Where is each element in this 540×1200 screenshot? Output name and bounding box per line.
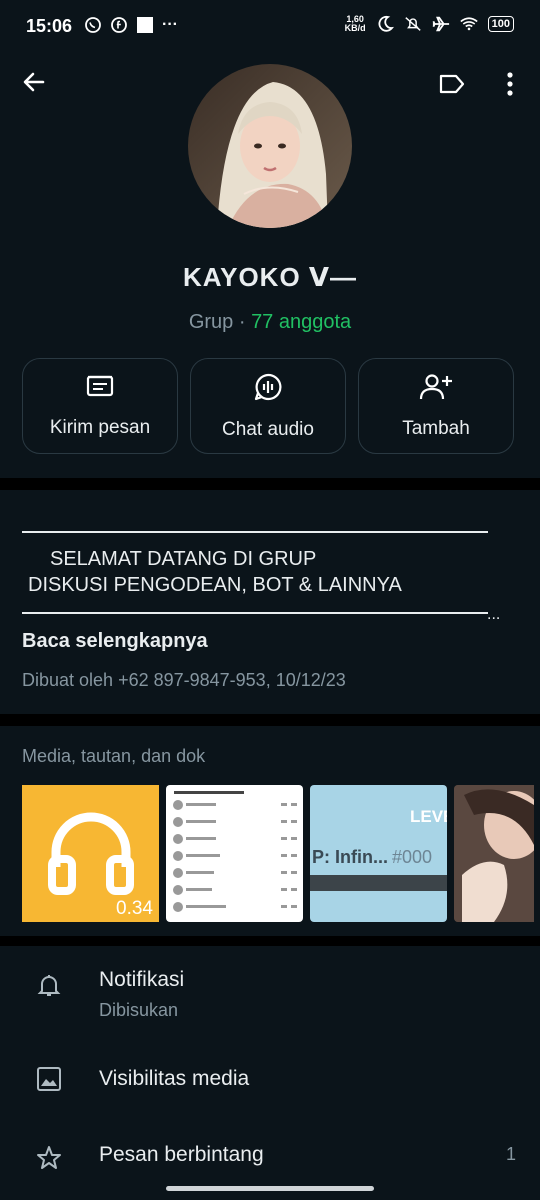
description-ellipsis: ... xyxy=(487,606,501,623)
square-notification-icon xyxy=(136,16,154,34)
notifications-setting[interactable]: Notifikasi Dibisukan xyxy=(0,946,540,1040)
media-section-title[interactable]: Media, tautan, dan dok xyxy=(22,746,205,767)
back-arrow-icon xyxy=(21,69,47,100)
back-button[interactable] xyxy=(12,62,56,106)
audio-chat-label: Chat audio xyxy=(222,418,314,440)
quick-actions: Kirim pesan Chat audio Tambah xyxy=(22,358,514,454)
audio-chat-button[interactable]: Chat audio xyxy=(190,358,346,454)
audio-chat-icon xyxy=(253,372,283,407)
add-person-icon xyxy=(419,373,453,406)
more-notifications-icon: ··· xyxy=(162,16,178,33)
section-divider xyxy=(0,714,540,726)
media-thumb-game[interactable]: LEVE P: Infin... #000 xyxy=(310,785,447,922)
group-description[interactable]: SELAMAT DATANG DI GRUP DISKUSI PENGODEAN… xyxy=(0,502,540,714)
send-message-label: Kirim pesan xyxy=(49,416,151,438)
media-thumb-screenshot[interactable] xyxy=(166,785,303,922)
more-vert-icon xyxy=(506,71,514,101)
send-message-button[interactable]: Kirim pesan xyxy=(22,358,178,454)
facebook-icon xyxy=(110,16,128,34)
headphones-icon xyxy=(46,807,136,902)
label-tag-icon xyxy=(438,73,466,100)
description-line-1: SELAMAT DATANG DI GRUP xyxy=(50,548,317,570)
created-by-text: Dibuat oleh +62 897-9847-953, 10/12/23 xyxy=(22,670,346,690)
net-speed-unit: KB/d xyxy=(344,23,366,33)
message-icon xyxy=(85,374,115,405)
moon-icon xyxy=(376,15,394,33)
media-visibility-setting[interactable]: Visibilitas media xyxy=(0,1040,540,1120)
bell-icon xyxy=(36,972,62,998)
airplane-icon xyxy=(432,15,450,33)
media-row: 0.34 LEVE P: Infin... #000 xyxy=(22,785,534,922)
add-member-button[interactable]: Tambah xyxy=(358,358,514,454)
thumb-text-top: LEVE xyxy=(410,807,447,826)
gesture-nav-bar[interactable] xyxy=(166,1186,374,1191)
description-rule-top xyxy=(22,531,488,533)
wifi-icon xyxy=(459,15,478,33)
thumb-text-tag: #000 xyxy=(392,847,433,867)
add-member-label: Tambah xyxy=(402,417,470,439)
more-options-button[interactable] xyxy=(488,64,532,108)
subtitle-separator: · xyxy=(233,311,252,333)
image-icon xyxy=(36,1066,62,1092)
description-line-2: DISKUSI PENGODEAN, BOT & LAINNYA xyxy=(28,574,402,596)
starred-messages-setting[interactable]: Pesan berbintang 1 xyxy=(0,1120,540,1186)
whatsapp-icon xyxy=(84,16,102,34)
media-thumb-audio[interactable]: 0.34 xyxy=(22,785,159,922)
mute-icon xyxy=(404,15,422,33)
notifications-title: Notifikasi xyxy=(99,968,185,991)
star-icon xyxy=(36,1145,62,1171)
battery-indicator: 100 xyxy=(487,16,514,32)
read-more-link[interactable]: Baca selengkapnya xyxy=(22,630,208,653)
section-divider xyxy=(0,936,540,946)
media-thumb-photo[interactable] xyxy=(454,785,534,922)
starred-messages-title: Pesan berbintang xyxy=(99,1143,264,1166)
section-divider xyxy=(0,478,540,490)
group-members-link[interactable]: 77 anggota xyxy=(251,311,351,333)
thumb-text-mid: P: Infin... xyxy=(312,847,388,867)
group-avatar[interactable] xyxy=(188,64,352,228)
group-subtitle: Grup · 77 anggota xyxy=(0,311,540,334)
notifications-subtitle: Dibisukan xyxy=(99,1000,179,1020)
audio-duration: 0.34 xyxy=(116,898,153,919)
group-name: KAYOKO 𝗩— xyxy=(182,262,358,292)
starred-messages-count: 1 xyxy=(505,1144,516,1164)
thumb-dark-band xyxy=(310,875,447,891)
media-visibility-title: Visibilitas media xyxy=(99,1067,250,1090)
status-time: 15:06 xyxy=(26,16,73,36)
net-speed: 1,60 KB/d xyxy=(345,15,366,33)
description-rule-bottom xyxy=(22,612,488,614)
group-type: Grup xyxy=(188,311,234,333)
status-bar: 15:06 ··· 1,60 KB/d 100 xyxy=(0,0,540,52)
label-button[interactable] xyxy=(430,64,474,108)
